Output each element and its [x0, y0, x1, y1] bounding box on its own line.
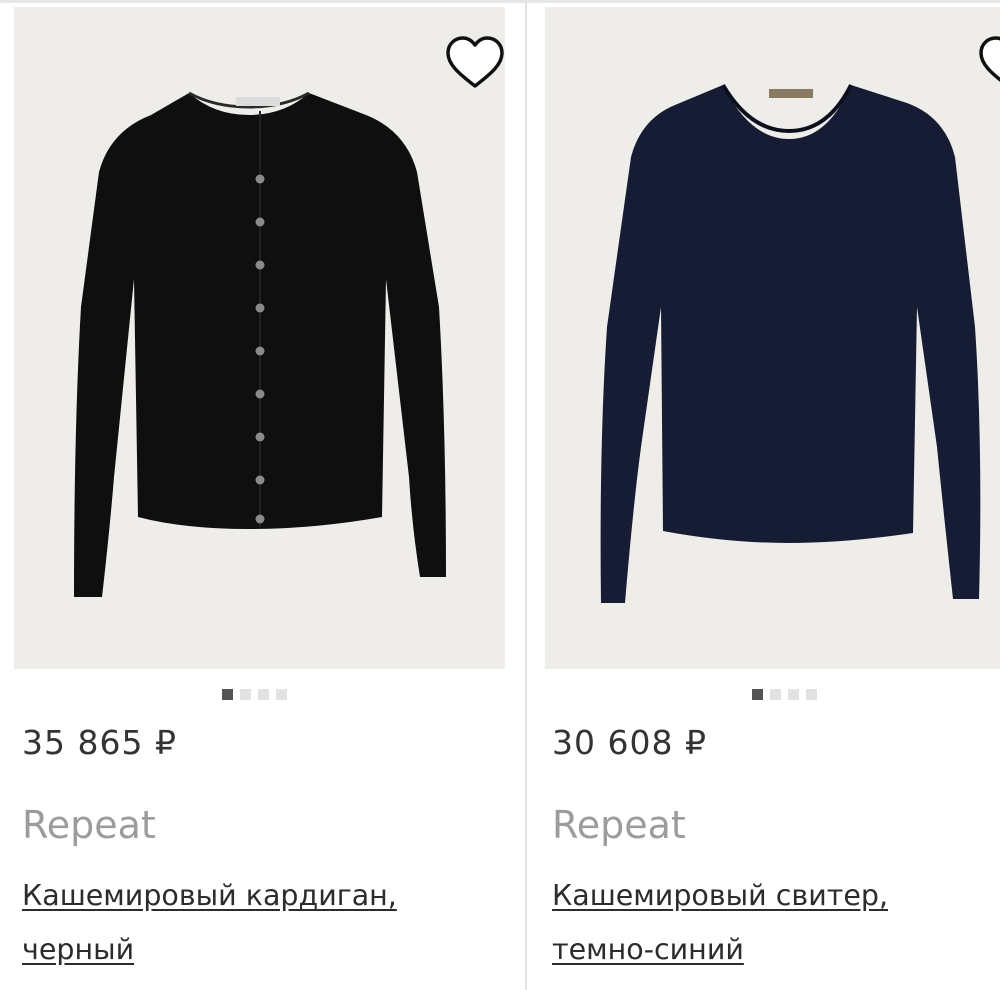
carousel-dot[interactable]	[222, 689, 233, 700]
carousel-dot[interactable]	[806, 689, 817, 700]
product-image[interactable]	[14, 7, 505, 669]
carousel-dot[interactable]	[752, 689, 763, 700]
carousel-dot[interactable]	[276, 689, 287, 700]
product-title-line: Кашемировый свитер,	[552, 879, 889, 912]
product-price: 35 865 ₽	[22, 723, 177, 762]
product-title-line: Кашемировый кардиган,	[22, 879, 397, 912]
product-title-line: черный	[22, 933, 135, 966]
product-title-link[interactable]: Кашемировый свитер, темно-синий	[552, 869, 992, 977]
cardigan-image	[74, 91, 446, 597]
product-card[interactable]: 35 865 ₽ Repeat Кашемировый кардиган, че…	[0, 3, 525, 990]
product-image[interactable]	[545, 7, 1000, 669]
carousel-dot[interactable]	[240, 689, 251, 700]
product-price: 30 608 ₽	[552, 723, 707, 762]
carousel-dot[interactable]	[258, 689, 269, 700]
product-title-line: темно-синий	[552, 933, 744, 966]
image-carousel-dots	[752, 689, 817, 700]
carousel-dot[interactable]	[788, 689, 799, 700]
product-title-link[interactable]: Кашемировый кардиган, черный	[22, 869, 472, 977]
product-brand: Repeat	[22, 803, 156, 847]
image-carousel-dots	[222, 689, 287, 700]
sweater-image	[600, 83, 981, 603]
product-card[interactable]: 30 608 ₽ Repeat Кашемировый свитер, темн…	[527, 3, 1000, 990]
product-brand: Repeat	[552, 803, 686, 847]
favorite-heart-icon[interactable]	[444, 33, 505, 95]
carousel-dot[interactable]	[770, 689, 781, 700]
favorite-heart-icon[interactable]	[977, 33, 1000, 95]
